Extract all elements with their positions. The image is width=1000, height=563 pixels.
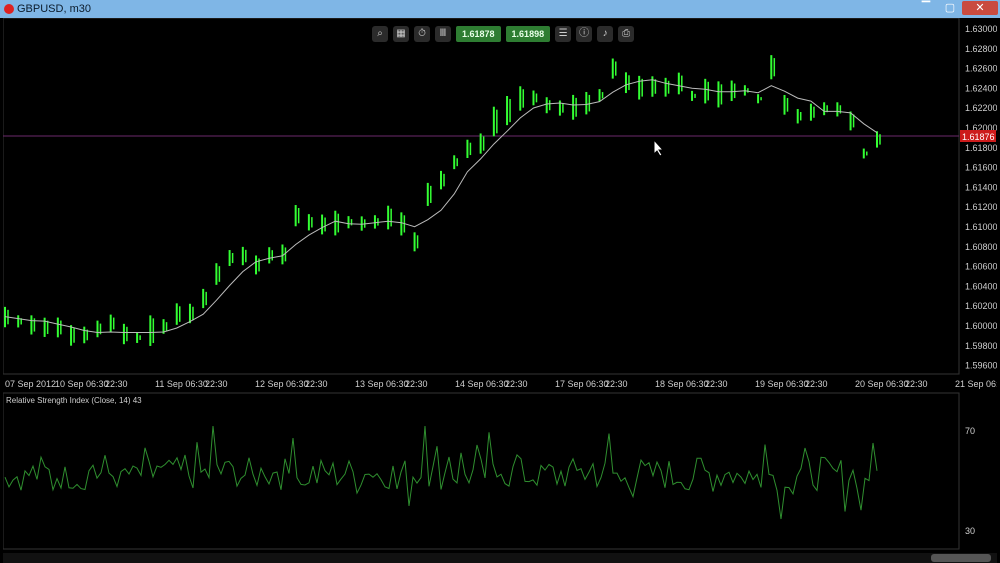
time-tick-label: 22:30 xyxy=(205,379,228,389)
price-tick-label: 1.59600 xyxy=(965,361,997,371)
time-tick-label: 18 Sep 06:30 xyxy=(655,379,709,389)
price-chart[interactable]: 1.630001.628001.626001.624001.622001.620… xyxy=(3,18,997,563)
chart-settings-icon[interactable]: ▦ xyxy=(393,26,409,42)
time-tick-label: 07 Sep 2012 xyxy=(5,379,56,389)
time-tick-label: 22:30 xyxy=(605,379,628,389)
price-tick-label: 1.62600 xyxy=(965,64,997,74)
price-tick-label: 1.60800 xyxy=(965,242,997,252)
maximize-button[interactable]: ▢ xyxy=(939,1,961,15)
price-tick-label: 1.60000 xyxy=(965,321,997,331)
window-titlebar: GBPUSD, m30 ▔ ▢ ✕ xyxy=(0,0,1000,18)
info-icon[interactable]: ⓘ xyxy=(576,26,593,42)
time-tick-label: 22:30 xyxy=(405,379,428,389)
price-tick-label: 1.63000 xyxy=(965,24,997,34)
time-tick-label: 13 Sep 06:30 xyxy=(355,379,409,389)
print-icon[interactable]: ⎙ xyxy=(618,26,635,42)
price-tick-label: 1.62400 xyxy=(965,83,997,93)
mouse-cursor-icon xyxy=(653,139,665,157)
price-tick-label: 1.61600 xyxy=(965,163,997,173)
time-tick-label: 22:30 xyxy=(805,379,828,389)
chart-toolbar: ⌕ ▦ ⏱ Ⅲ 1.61878 1.61898 ☰ ⓘ ♪ ⎙ xyxy=(372,24,635,44)
rsi-plot-frame xyxy=(3,392,960,550)
close-button[interactable]: ✕ xyxy=(962,1,998,15)
time-tick-label: 22:30 xyxy=(905,379,928,389)
time-tick-label: 22:30 xyxy=(105,379,128,389)
price-tick-label: 1.59800 xyxy=(965,341,997,351)
time-tick-label: 12 Sep 06:30 xyxy=(255,379,309,389)
price-tick-label: 1.61400 xyxy=(965,182,997,192)
price-tick-label: 1.62800 xyxy=(965,44,997,54)
price-tick-label: 1.60600 xyxy=(965,262,997,272)
scrollbar-thumb[interactable] xyxy=(931,554,991,562)
price-tick-label: 1.61200 xyxy=(965,202,997,212)
time-tick-label: 22:30 xyxy=(305,379,328,389)
buy-price-button[interactable]: 1.61898 xyxy=(505,26,551,42)
chart-area[interactable]: 1.63000 1.62800 1.62600 1.62400 1.62200 1.620… xyxy=(3,18,997,563)
current-price-label: 1.61876 xyxy=(962,132,995,142)
bars-icon[interactable]: Ⅲ xyxy=(435,26,451,42)
price-tick-label: 1.61800 xyxy=(965,143,997,153)
timeframe-icon[interactable]: ⏱ xyxy=(414,26,430,42)
sell-price-button[interactable]: 1.61878 xyxy=(456,26,501,42)
window-title: GBPUSD, m30 xyxy=(17,3,91,15)
price-tick-label: 1.60400 xyxy=(965,281,997,291)
time-tick-label: 22:30 xyxy=(705,379,728,389)
zoom-icon[interactable]: ⌕ xyxy=(372,26,388,42)
time-tick-label: 14 Sep 06:30 xyxy=(455,379,509,389)
time-tick-label: 21 Sep 06:3 xyxy=(955,379,997,389)
time-tick-label: 17 Sep 06:30 xyxy=(555,379,609,389)
rsi-label: Relative Strength Index (Close, 14) 43 xyxy=(6,396,142,405)
minimize-button[interactable]: ▔ xyxy=(915,1,937,15)
rsi-level-label: 30 xyxy=(965,526,975,536)
time-tick-label: 22:30 xyxy=(505,379,528,389)
horizontal-scrollbar[interactable] xyxy=(3,553,997,563)
time-tick-label: 19 Sep 06:30 xyxy=(755,379,809,389)
price-tick-label: 1.60200 xyxy=(965,301,997,311)
time-tick-label: 11 Sep 06:30 xyxy=(155,379,208,389)
rsi-level-label: 70 xyxy=(965,426,975,436)
sound-icon[interactable]: ♪ xyxy=(597,26,614,42)
price-tick-label: 1.62200 xyxy=(965,103,997,113)
list-icon[interactable]: ☰ xyxy=(555,26,572,42)
price-tick-label: 1.61000 xyxy=(965,222,997,232)
time-tick-label: 20 Sep 06:30 xyxy=(855,379,909,389)
price-plot-frame xyxy=(3,18,960,375)
time-tick-label: 10 Sep 06:30 xyxy=(55,379,109,389)
app-icon xyxy=(4,4,14,14)
